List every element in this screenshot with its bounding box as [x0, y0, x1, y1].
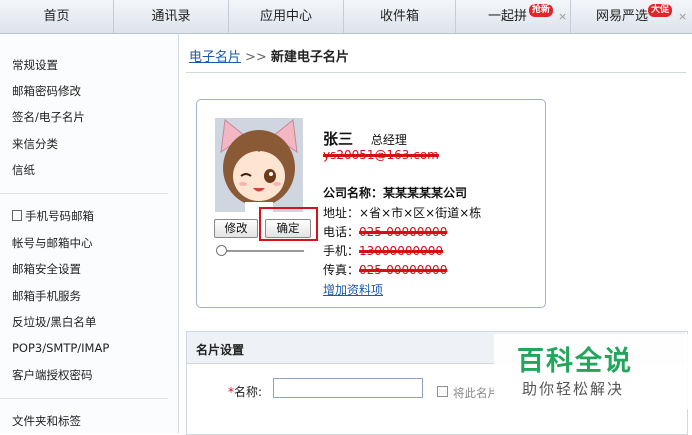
card-name-row: 张三 总经理	[323, 128, 407, 149]
card-address-row: 地址：×省×市×区×街道×栋	[323, 204, 481, 221]
sidebar-item-stationery[interactable]: 信纸	[12, 162, 35, 178]
sidebar-item-account-center[interactable]: 帐号与邮箱中心	[12, 235, 93, 251]
card-email: ys20051@163.com	[323, 148, 439, 162]
company-label: 公司名称：	[323, 186, 384, 200]
phone-label: 电话：	[323, 225, 360, 239]
sidebar-divider	[0, 398, 168, 399]
tab-app-center[interactable]: 应用中心	[229, 0, 344, 33]
card-mobile-row: 手机：13000000000	[323, 242, 443, 259]
zoom-slider-track[interactable]	[222, 250, 304, 252]
watermark-tagline: 助你轻松解决	[522, 380, 625, 398]
tab-label: 一起拼	[488, 9, 528, 24]
fax-label: 传真：	[323, 263, 360, 277]
top-tab-bar: 首页 通讯录 应用中心 收件箱 一起拼 抢新 × 网易严选 大促 ×	[0, 0, 692, 34]
tab-label: 应用中心	[259, 9, 312, 24]
default-card-checkbox[interactable]	[437, 386, 448, 397]
sidebar-item-general[interactable]: 常规设置	[12, 57, 58, 73]
phone-icon	[12, 210, 22, 221]
checkbox-label: 将此名片	[453, 386, 499, 400]
card-company-row: 公司名称：某某某某某公司	[323, 184, 467, 201]
page-title: 新建电子名片	[270, 50, 349, 65]
tab-contacts[interactable]: 通讯录	[114, 0, 229, 33]
card-name: 张三	[323, 130, 354, 148]
address-label: 地址：	[323, 206, 360, 220]
card-mobile: 13000000000	[359, 244, 443, 258]
highlight-box	[259, 207, 318, 241]
breadcrumb: 电子名片 >> 新建电子名片	[189, 46, 349, 65]
card-company: 某某某某某公司	[383, 186, 468, 200]
card-name-input[interactable]	[273, 378, 423, 398]
tab-label: 通讯录	[151, 9, 191, 24]
mobile-label: 手机：	[323, 244, 360, 258]
sidebar-item-phone-mail[interactable]: 手机号码邮箱	[12, 208, 94, 224]
add-info-link[interactable]: 增加资料项	[323, 281, 383, 298]
zoom-slider-handle[interactable]	[216, 245, 227, 256]
edit-avatar-button[interactable]: 修改	[214, 219, 258, 238]
sidebar-item-label: 手机号码邮箱	[25, 209, 94, 223]
card-address: ×省×市×区×街道×栋	[359, 206, 482, 220]
breadcrumb-separator: >>	[245, 50, 267, 65]
card-fax-row: 传真：025-00000000	[323, 261, 447, 278]
sidebar-item-security[interactable]: 邮箱安全设置	[12, 261, 81, 277]
watermark-logo: 百科全说	[517, 346, 633, 377]
section-title: 名片设置	[196, 343, 245, 357]
name-field-label: *名称:	[228, 383, 262, 400]
tab-yanxuan[interactable]: 网易严选 大促 ×	[571, 0, 692, 33]
card-phone: 025-00000000	[359, 225, 448, 239]
close-icon[interactable]: ×	[558, 0, 567, 33]
card-phone-row: 电话：025-00000000	[323, 223, 447, 240]
sidebar-item-antispam[interactable]: 反垃圾/黑白名单	[12, 314, 96, 330]
name-label-text: 名称:	[234, 385, 263, 399]
sidebar-item-folders[interactable]: 文件夹和标签	[12, 413, 81, 429]
close-icon[interactable]: ×	[678, 0, 687, 33]
card-title: 总经理	[370, 133, 407, 147]
sidebar-item-pop3[interactable]: POP3/SMTP/IMAP	[12, 341, 109, 355]
tab-label: 网易严选	[596, 9, 649, 24]
sidebar-item-client-auth[interactable]: 客户端授权密码	[12, 367, 93, 383]
tab-yiqipin[interactable]: 一起拼 抢新 ×	[456, 0, 571, 33]
tab-label: 首页	[43, 9, 70, 24]
avatar	[215, 118, 303, 212]
avatar-image	[215, 118, 303, 212]
tab-inbox[interactable]: 收件箱	[344, 0, 456, 33]
breadcrumb-link-ecard[interactable]: 电子名片	[189, 50, 241, 65]
tab-home[interactable]: 首页	[0, 0, 114, 33]
sidebar-item-signature[interactable]: 签名/电子名片	[12, 109, 85, 125]
new-badge: 抢新	[529, 4, 554, 17]
sidebar-item-password[interactable]: 邮箱密码修改	[12, 83, 81, 99]
promo-badge: 大促	[648, 4, 673, 17]
card-fax: 025-00000000	[359, 263, 448, 277]
sidebar-divider	[0, 193, 168, 194]
tab-label: 收件箱	[379, 9, 419, 24]
sidebar-item-mobile-service[interactable]: 邮箱手机服务	[12, 288, 81, 304]
divider	[186, 72, 686, 73]
sidebar-item-mail-filter[interactable]: 来信分类	[12, 136, 58, 152]
